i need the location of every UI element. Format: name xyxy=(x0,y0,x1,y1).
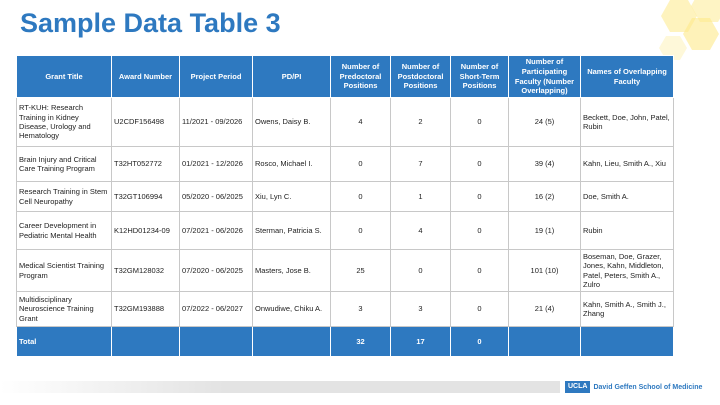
footer-bar xyxy=(0,381,560,393)
cell-postdoctoral: 0 xyxy=(390,249,451,292)
header-short-term: Number of Short-Term Positions xyxy=(450,55,509,98)
cell-postdoctoral: 1 xyxy=(390,181,451,212)
table-total-row: Total 32 17 0 xyxy=(16,326,674,357)
cell-grant-title: Career Development in Pediatric Mental H… xyxy=(16,211,112,250)
cell-award-number: T32GM193888 xyxy=(111,291,180,327)
header-grant-title: Grant Title xyxy=(16,55,112,98)
header-pd-pi: PD/PI xyxy=(252,55,331,98)
cell-pd-pi: Onwudiwe, Chiku A. xyxy=(252,291,331,327)
school-name: David Geffen School of Medicine xyxy=(593,383,703,391)
cell-grant-title: Brain Injury and Critical Care Training … xyxy=(16,146,112,182)
cell-overlapping-faculty: Doe, Smith A. xyxy=(580,181,674,212)
cell-pd-pi: Masters, Jose B. xyxy=(252,249,331,292)
header-predoctoral: Number of Predoctoral Positions xyxy=(330,55,391,98)
cell-award-number: T32HT052772 xyxy=(111,146,180,182)
cell-postdoctoral: 4 xyxy=(390,211,451,250)
cell-pd-pi: Rosco, Michael I. xyxy=(252,146,331,182)
cell-short-term: 0 xyxy=(450,146,509,182)
table-row: Brain Injury and Critical Care Training … xyxy=(16,146,674,182)
cell-predoctoral: 0 xyxy=(330,181,391,212)
total-postdoctoral: 17 xyxy=(390,326,451,357)
total-empty-cell xyxy=(580,326,674,357)
cell-postdoctoral: 2 xyxy=(390,97,451,147)
cell-participating-faculty: 21 (4) xyxy=(508,291,581,327)
cell-short-term: 0 xyxy=(450,181,509,212)
cell-predoctoral: 0 xyxy=(330,211,391,250)
total-predoctoral: 32 xyxy=(330,326,391,357)
header-postdoctoral: Number of Postdoctoral Positions xyxy=(390,55,451,98)
cell-postdoctoral: 7 xyxy=(390,146,451,182)
cell-pd-pi: Owens, Daisy B. xyxy=(252,97,331,147)
table-row: Career Development in Pediatric Mental H… xyxy=(16,211,674,250)
cell-predoctoral: 0 xyxy=(330,146,391,182)
cell-award-number: U2CDF156498 xyxy=(111,97,180,147)
table-row: Medical Scientist Training Program T32GM… xyxy=(16,249,674,292)
table-row: Research Training in Stem Cell Neuropath… xyxy=(16,181,674,212)
total-empty-cell xyxy=(252,326,331,357)
total-label: Total xyxy=(16,326,112,357)
cell-participating-faculty: 39 (4) xyxy=(508,146,581,182)
cell-award-number: T32GM128032 xyxy=(111,249,180,292)
ucla-logo: UCLA xyxy=(565,381,591,393)
cell-grant-title: Multidisciplinary Neuroscience Training … xyxy=(16,291,112,327)
cell-grant-title: Research Training in Stem Cell Neuropath… xyxy=(16,181,112,212)
cell-short-term: 0 xyxy=(450,291,509,327)
hexagon-decoration-icon xyxy=(659,0,720,60)
cell-grant-title: Medical Scientist Training Program xyxy=(16,249,112,292)
table-header-row: Grant Title Award Number Project Period … xyxy=(16,55,674,98)
cell-project-period: 07/2022 - 06/2027 xyxy=(179,291,253,327)
cell-predoctoral: 25 xyxy=(330,249,391,292)
grant-table: Grant Title Award Number Project Period … xyxy=(16,55,674,357)
cell-award-number: K12HD01234-09 xyxy=(111,211,180,250)
cell-pd-pi: Xiu, Lyn C. xyxy=(252,181,331,212)
cell-participating-faculty: 101 (10) xyxy=(508,249,581,292)
cell-pd-pi: Sterman, Patricia S. xyxy=(252,211,331,250)
hexagon-decoration xyxy=(630,0,720,60)
cell-postdoctoral: 3 xyxy=(390,291,451,327)
header-project-period: Project Period xyxy=(179,55,253,98)
total-empty-cell xyxy=(111,326,180,357)
cell-overlapping-faculty: Beckett, Doe, John, Patel, Rubin xyxy=(580,97,674,147)
cell-predoctoral: 4 xyxy=(330,97,391,147)
total-empty-cell xyxy=(179,326,253,357)
table-row: RT-KUH: Research Training in Kidney Dise… xyxy=(16,97,674,147)
cell-participating-faculty: 19 (1) xyxy=(508,211,581,250)
page-title: Sample Data Table 3 xyxy=(20,8,281,38)
cell-participating-faculty: 24 (5) xyxy=(508,97,581,147)
cell-short-term: 0 xyxy=(450,249,509,292)
cell-project-period: 05/2020 - 06/2025 xyxy=(179,181,253,212)
cell-project-period: 01/2021 - 12/2026 xyxy=(179,146,253,182)
cell-predoctoral: 3 xyxy=(330,291,391,327)
table-row: Multidisciplinary Neuroscience Training … xyxy=(16,291,674,327)
cell-participating-faculty: 16 (2) xyxy=(508,181,581,212)
header-participating-faculty: Number of Participating Faculty (Number … xyxy=(508,55,581,98)
cell-project-period: 11/2021 - 09/2026 xyxy=(179,97,253,147)
cell-project-period: 07/2021 - 06/2026 xyxy=(179,211,253,250)
cell-project-period: 07/2020 - 06/2025 xyxy=(179,249,253,292)
cell-short-term: 0 xyxy=(450,97,509,147)
cell-short-term: 0 xyxy=(450,211,509,250)
cell-overlapping-faculty: Kahn, Smith A., Smith J., Zhang xyxy=(580,291,674,327)
total-short-term: 0 xyxy=(450,326,509,357)
cell-grant-title: RT-KUH: Research Training in Kidney Dise… xyxy=(16,97,112,147)
header-overlapping-faculty: Names of Overlapping Faculty xyxy=(580,55,674,98)
total-empty-cell xyxy=(508,326,581,357)
cell-overlapping-faculty: Rubin xyxy=(580,211,674,250)
header-award-number: Award Number xyxy=(111,55,180,98)
cell-overlapping-faculty: Kahn, Lieu, Smith A., Xiu xyxy=(580,146,674,182)
cell-award-number: T32GT106994 xyxy=(111,181,180,212)
footer-logo: UCLA David Geffen School of Medicine xyxy=(565,380,702,394)
cell-overlapping-faculty: Boseman, Doe, Grazer, Jones, Kahn, Middl… xyxy=(580,249,674,292)
